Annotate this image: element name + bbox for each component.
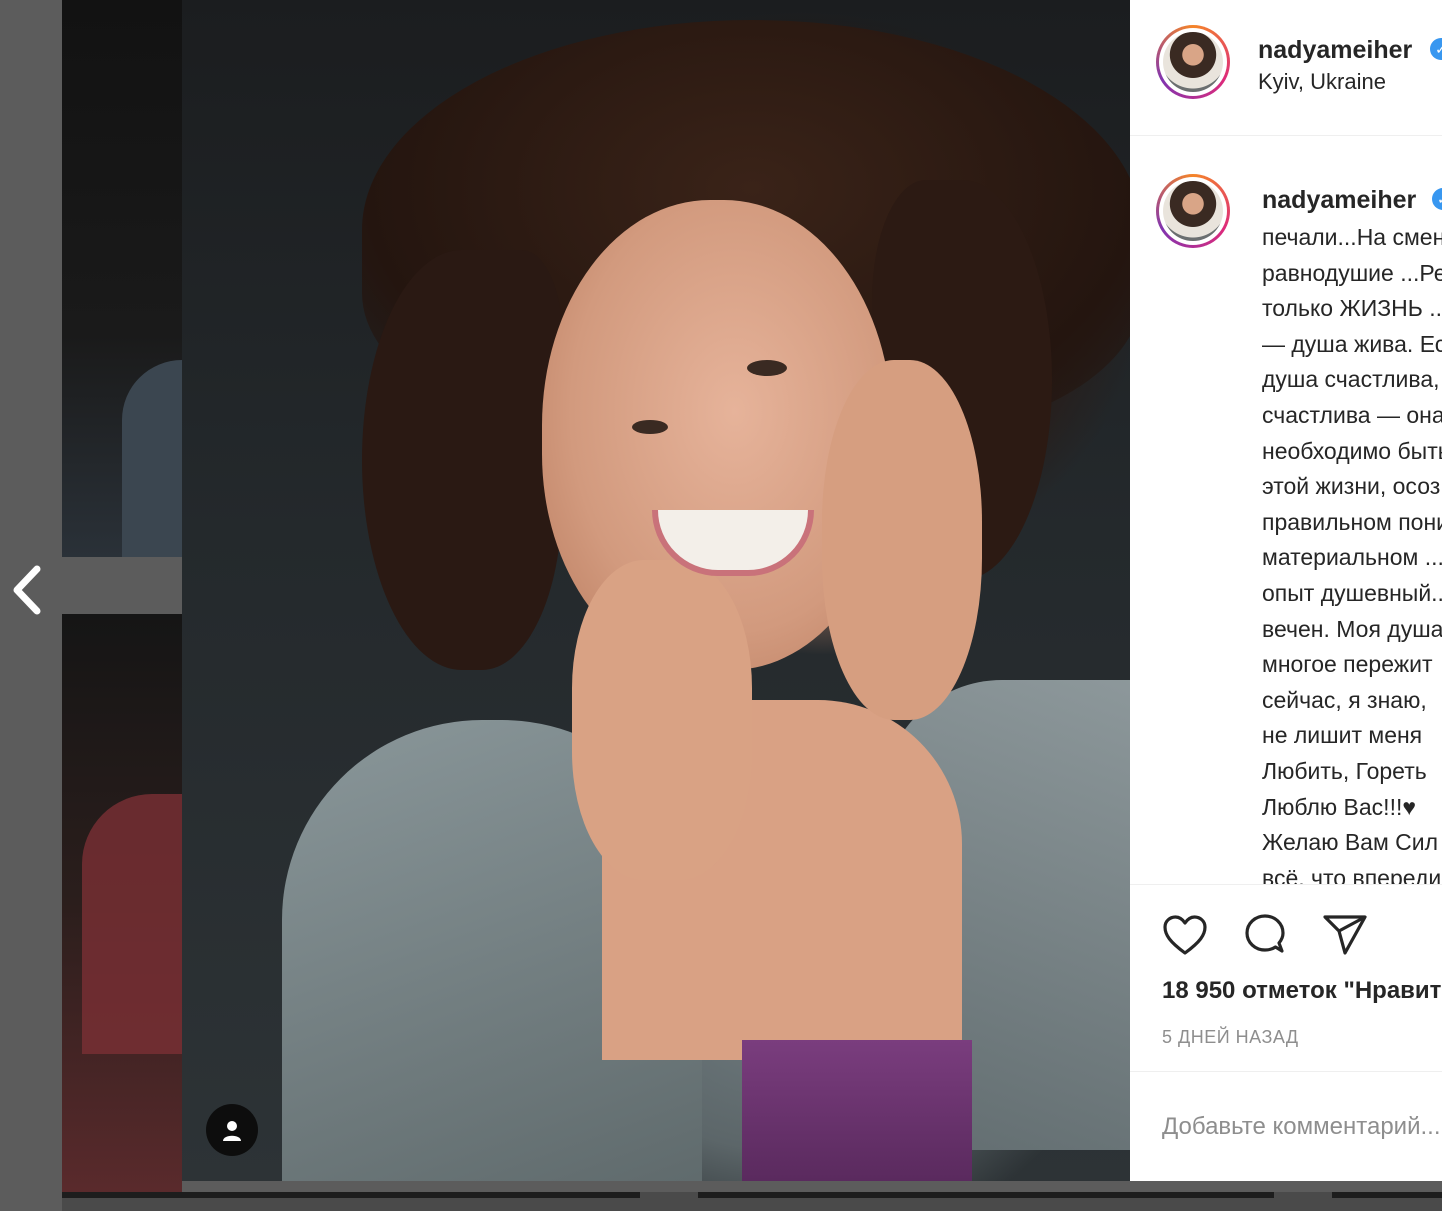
caption-line: правильном пони	[1262, 508, 1442, 535]
caption-line: материальном ...	[1262, 544, 1442, 571]
post-side-panel: nadyameiher ✓ Kyiv, Ukraine nadyameiher …	[1130, 0, 1442, 1181]
caption-text: печали...На смену равнодушие ...Ре тольк…	[1262, 220, 1442, 884]
caption-line: счастлива — она	[1262, 401, 1442, 428]
username-link[interactable]: nadyameiher	[1258, 36, 1412, 65]
verified-badge-icon: ✓	[1430, 38, 1442, 60]
post-actions: 18 950 отметок "Нравится" 5 ДНЕЙ НАЗАД	[1130, 884, 1442, 1072]
caption-line: равнодушие ...Ре	[1262, 259, 1442, 286]
post-photo[interactable]	[182, 0, 1130, 1181]
caption-username-link[interactable]: nadyameiher	[1262, 186, 1416, 215]
background-post-thumbnail	[62, 614, 182, 1192]
chevron-left-icon	[13, 565, 41, 615]
post-header: nadyameiher ✓ Kyiv, Ukraine	[1130, 0, 1442, 136]
likes-count[interactable]: 18 950 отметок "Нравится"	[1162, 977, 1442, 1005]
caption-line: Желаю Вам Сил	[1262, 829, 1439, 856]
caption-line: необходимо быть	[1262, 437, 1442, 464]
comment-icon[interactable]	[1240, 911, 1290, 961]
avatar[interactable]	[1156, 25, 1230, 99]
heart-icon[interactable]	[1160, 911, 1210, 961]
caption-line: душа счастлива,	[1262, 366, 1440, 393]
caption-line: сейчас, я знаю,	[1262, 686, 1427, 713]
background-feed-strip	[62, 1192, 1442, 1211]
caption-line: всё, что впереди	[1262, 864, 1442, 884]
caption-line: Люблю Вас!!!♥	[1262, 793, 1417, 820]
comment-input[interactable]	[1162, 1109, 1442, 1145]
user-tag-icon	[223, 1121, 241, 1141]
caption-line: только ЖИЗНЬ ...	[1262, 295, 1442, 322]
caption-line: не лишит меня	[1262, 722, 1423, 749]
background-post-thumbnail	[62, 0, 182, 557]
caption-line: — душа жива. Ес	[1262, 330, 1442, 357]
comment-box	[1130, 1071, 1442, 1181]
caption-line: многое пережит	[1262, 651, 1433, 678]
tagged-users-button[interactable]	[206, 1104, 258, 1156]
avatar[interactable]	[1156, 174, 1230, 248]
caption-scroll-area[interactable]: nadyameiher ✓ печали...На смену равнодуш…	[1130, 136, 1442, 884]
caption-line: этой жизни, осоз	[1262, 473, 1441, 500]
previous-post-button[interactable]	[0, 565, 52, 615]
location-link[interactable]: Kyiv, Ukraine	[1258, 69, 1386, 95]
caption-line: печали...На смену	[1262, 224, 1442, 250]
caption-line: вечен. Моя душа	[1262, 615, 1442, 642]
post-timestamp[interactable]: 5 ДНЕЙ НАЗАД	[1162, 1027, 1299, 1048]
caption-line: Любить, Гореть	[1262, 757, 1427, 784]
verified-badge-icon: ✓	[1432, 188, 1442, 210]
caption-line: опыт душевный...	[1262, 579, 1442, 606]
share-icon[interactable]	[1320, 911, 1370, 961]
